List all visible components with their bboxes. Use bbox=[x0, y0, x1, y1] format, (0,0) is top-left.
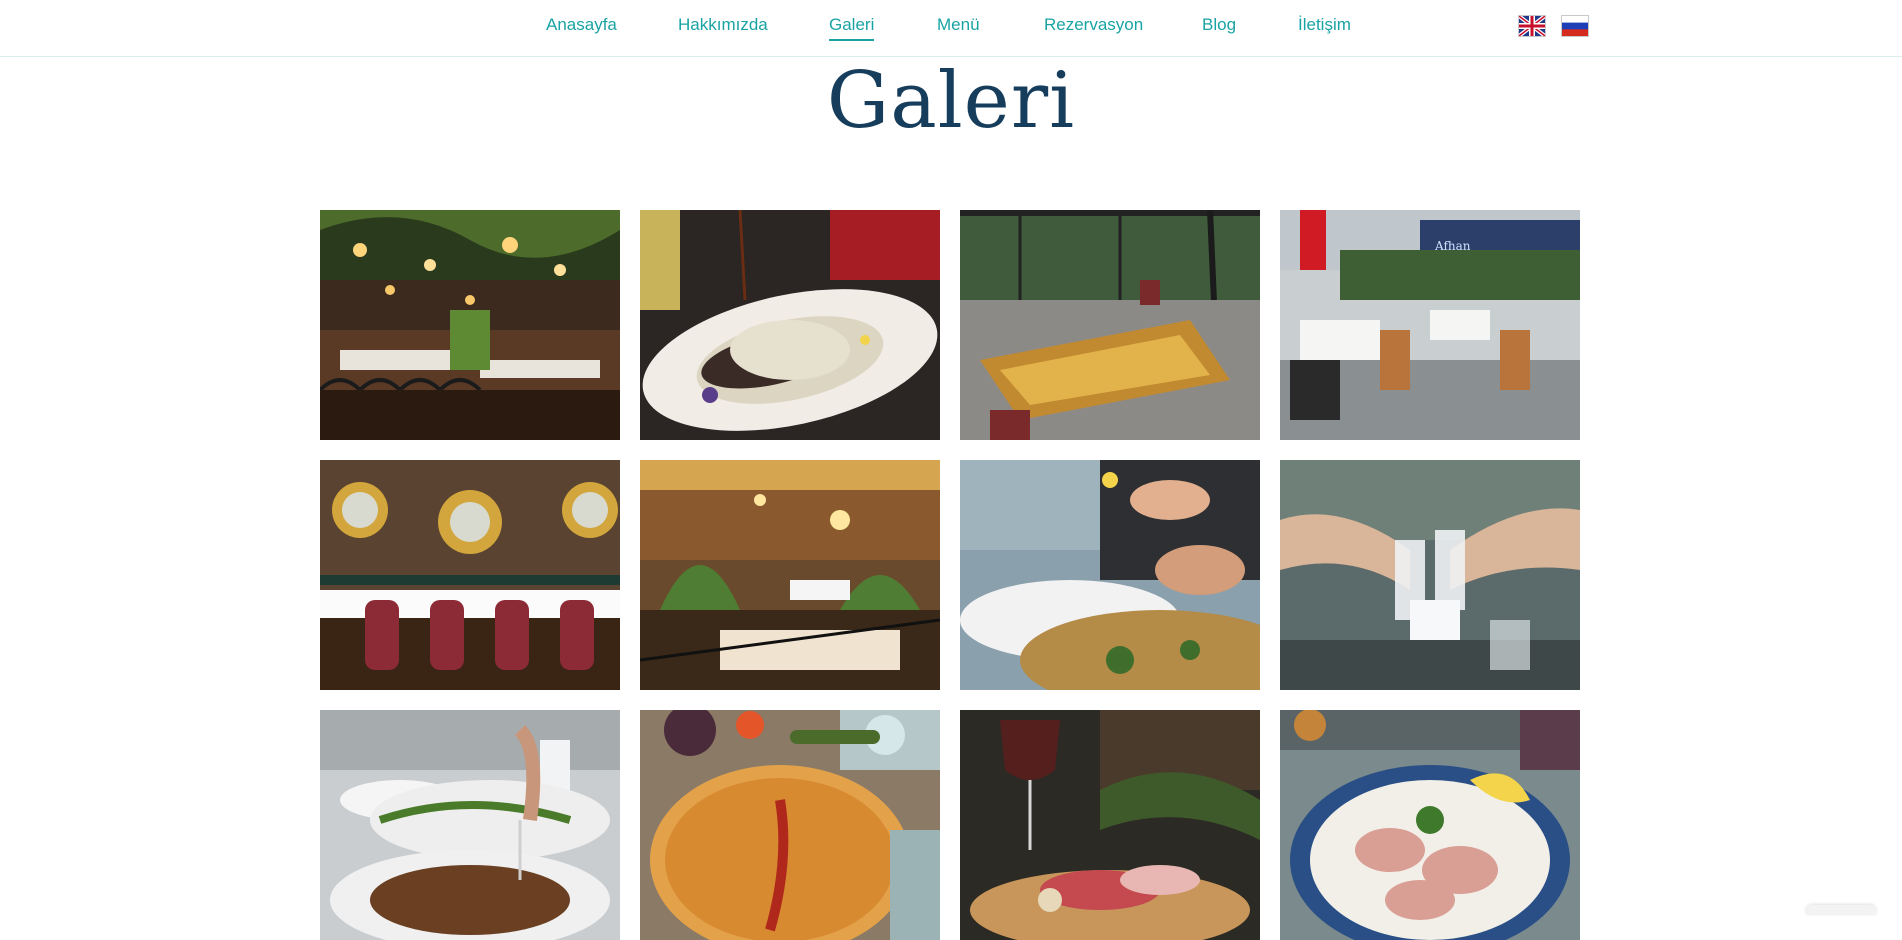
nav-link-iletisim[interactable]: İletişim bbox=[1298, 14, 1351, 36]
gallery-image-restaurant-interior-lights[interactable] bbox=[320, 210, 620, 440]
gallery-image-dining-hall-plants[interactable] bbox=[640, 460, 940, 690]
gallery-image-pide-with-pepper[interactable] bbox=[640, 710, 940, 940]
nav-link-menu[interactable]: Menü bbox=[937, 14, 980, 36]
nav-link-galeri[interactable]: Galeri bbox=[829, 14, 875, 41]
nav-link-anasayfa[interactable]: Anasayfa bbox=[546, 14, 617, 36]
gallery-image-wine-and-platter[interactable] bbox=[960, 710, 1260, 940]
gallery-image-kebab-table[interactable] bbox=[320, 710, 620, 940]
gallery-image-raki-toast[interactable] bbox=[1280, 460, 1580, 690]
nav-link-rezervasyon[interactable]: Rezervasyon bbox=[1044, 14, 1143, 36]
gallery-image-outdoor-terrace-flag[interactable]: Afhan bbox=[1280, 210, 1580, 440]
page-title: Galeri bbox=[826, 56, 1076, 146]
english-flag-icon[interactable] bbox=[1519, 16, 1545, 36]
russian-flag-icon[interactable] bbox=[1562, 16, 1588, 36]
gallery-image-terrace-wooden-table[interactable] bbox=[960, 210, 1260, 440]
gallery-image-lemon-squeeze-lahmacun[interactable] bbox=[960, 460, 1260, 690]
top-navigation: Anasayfa Hakkımızda Galeri Menü Rezervas… bbox=[0, 0, 1902, 57]
nav-link-hakkimizda[interactable]: Hakkımızda bbox=[678, 14, 768, 36]
chat-widget-tab[interactable] bbox=[1806, 905, 1876, 915]
nav-link-blog[interactable]: Blog bbox=[1202, 14, 1236, 36]
gallery-image-cold-cuts-plate[interactable] bbox=[1280, 710, 1580, 940]
gallery-image-sun-mirrors-wall[interactable] bbox=[320, 460, 620, 690]
gallery-image-stuffed-eggplant-dish[interactable] bbox=[640, 210, 940, 440]
